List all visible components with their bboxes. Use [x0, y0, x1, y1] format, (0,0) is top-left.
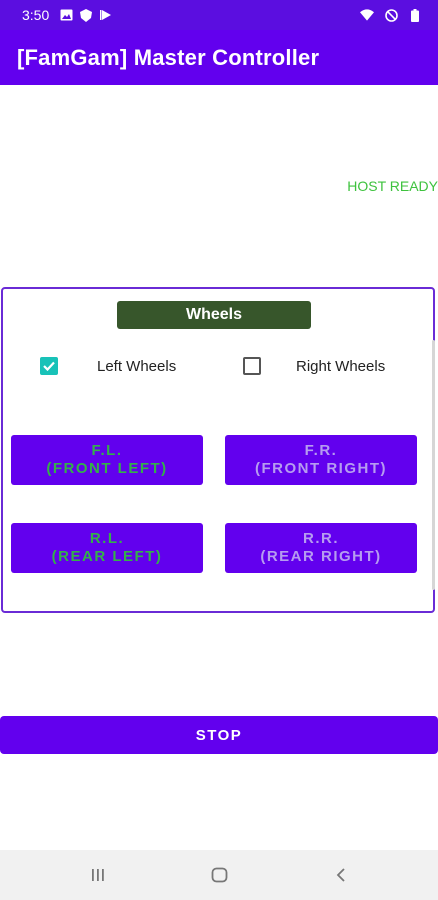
rear-left-button-line1: R.L.	[89, 530, 125, 547]
left-wheels-checkbox[interactable]	[40, 357, 58, 375]
right-wheels-checkbox[interactable]	[243, 357, 261, 375]
recents-icon[interactable]	[90, 867, 106, 888]
shield-icon	[79, 8, 93, 22]
front-right-button-line1: F.R.	[304, 442, 338, 459]
right-wheels-label[interactable]: Right Wheels	[296, 358, 385, 375]
checkmark-icon	[43, 361, 55, 372]
host-status-label: HOST READY	[347, 178, 438, 194]
play-icon	[99, 8, 113, 22]
do-not-disturb-icon	[384, 8, 398, 22]
wheels-title-label: Wheels	[185, 306, 242, 323]
rear-left-button-line2: (REAR LEFT)	[51, 548, 163, 565]
wheels-title: Wheels	[117, 301, 311, 329]
front-left-button-line1: F.L.	[91, 442, 123, 459]
app-bar: [FamGam] Master Controller	[0, 30, 438, 85]
navigation-bar	[0, 850, 438, 900]
battery-icon	[408, 8, 422, 22]
front-right-button[interactable]: F.R. (FRONT RIGHT)	[225, 435, 417, 485]
app-title: [FamGam] Master Controller	[17, 44, 320, 70]
status-bar: 3:50	[0, 0, 438, 30]
back-icon[interactable]	[335, 867, 347, 888]
stop-button[interactable]: STOP	[0, 716, 438, 754]
front-right-button-line2: (FRONT RIGHT)	[255, 460, 387, 477]
stop-button-label: STOP	[195, 726, 243, 744]
rear-left-button[interactable]: R.L. (REAR LEFT)	[11, 523, 203, 573]
image-icon	[59, 8, 73, 22]
rear-right-button[interactable]: R.R. (REAR RIGHT)	[225, 523, 417, 573]
front-left-button[interactable]: F.L. (FRONT LEFT)	[11, 435, 203, 485]
front-left-button-line2: (FRONT LEFT)	[46, 460, 168, 477]
wifi-icon	[360, 8, 374, 22]
left-wheels-label[interactable]: Left Wheels	[97, 358, 176, 375]
status-time: 3:50	[22, 7, 50, 23]
scroll-indicator	[432, 340, 435, 590]
rear-right-button-line2: (REAR RIGHT)	[260, 548, 382, 565]
rear-right-button-line1: R.R.	[303, 530, 339, 547]
home-icon[interactable]	[211, 867, 228, 888]
